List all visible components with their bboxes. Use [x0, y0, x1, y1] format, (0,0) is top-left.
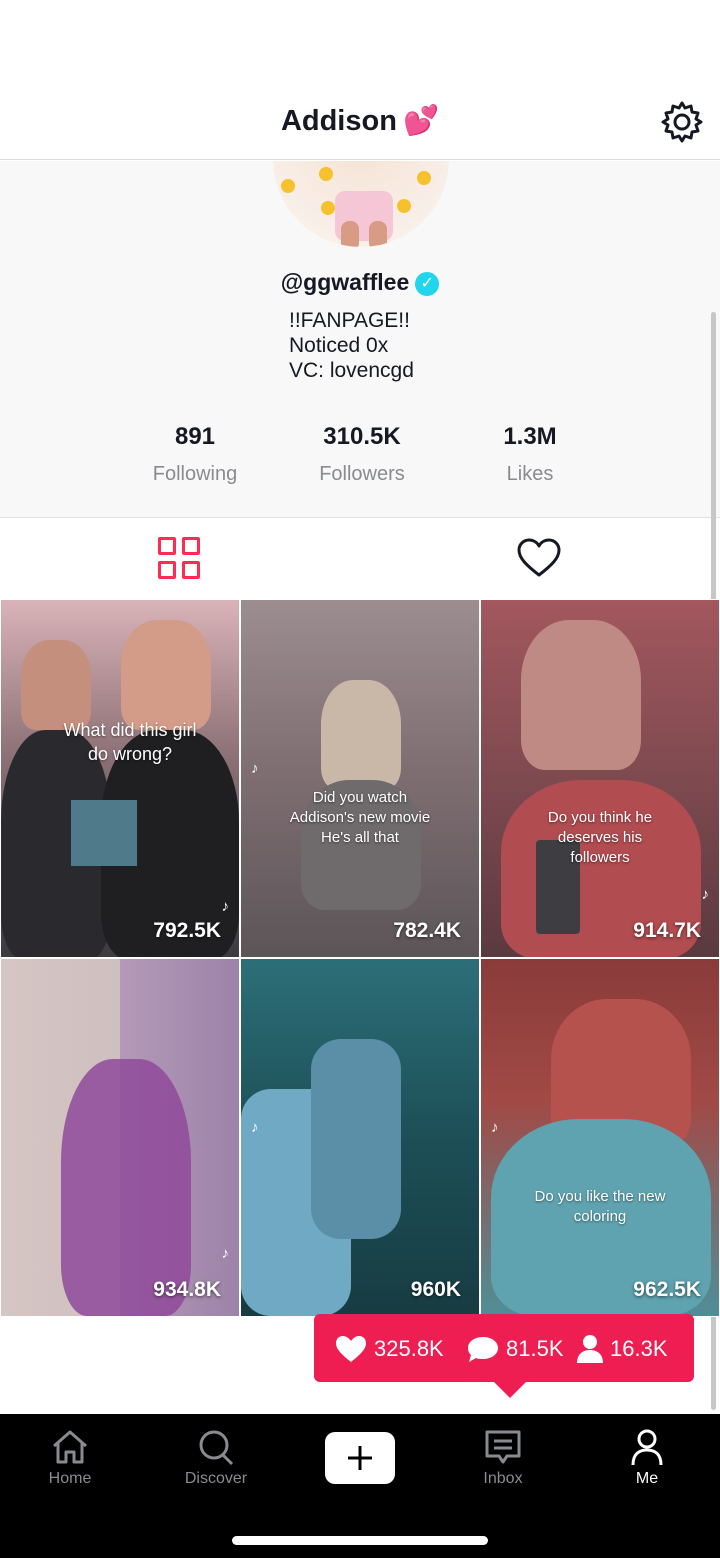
stat-label: Followers — [319, 463, 405, 485]
stat-value: 310.5K — [323, 423, 401, 450]
notif-followers-count: 16.3K — [610, 1336, 668, 1361]
nav-discover[interactable]: Discover — [166, 1428, 266, 1488]
person-icon — [577, 1335, 603, 1363]
stat-followers[interactable]: 310.5K Followers — [282, 423, 442, 486]
notif-likes-count: 325.8K — [374, 1336, 444, 1361]
comment-icon — [468, 1337, 498, 1362]
username-row: @ggwafflee ✓ — [0, 269, 720, 296]
stat-likes[interactable]: 1.3M Likes — [450, 423, 610, 486]
nav-me[interactable]: Me — [597, 1428, 697, 1488]
video-thumbnail[interactable]: What did this girl do wrong? ♪ 792.5K — [1, 600, 239, 957]
profile-section: @ggwafflee ✓ !!FANPAGE!! Noticed 0x VC: l… — [0, 161, 720, 518]
inbox-icon — [485, 1430, 521, 1464]
stat-label: Following — [152, 463, 238, 485]
page-title-text: Addison — [280, 105, 397, 137]
view-count: 914.7K — [633, 919, 701, 942]
video-caption: Did you watch Addison's new movie He's a… — [289, 789, 431, 846]
video-caption: Do you like the new coloring — [534, 1188, 666, 1225]
profile-tabs — [0, 519, 720, 599]
bio-line: VC: lovencgd — [289, 359, 414, 382]
bio-line: !!FANPAGE!! — [289, 309, 410, 332]
verified-badge-icon: ✓ — [415, 272, 440, 296]
nav-label: Me — [635, 1470, 659, 1487]
page-title: Addison 💕 — [0, 104, 720, 138]
profile-header: Addison 💕 — [0, 84, 720, 160]
video-thumbnail[interactable]: ♪ Did you watch Addison's new movie He's… — [241, 600, 479, 957]
nav-inbox[interactable]: Inbox — [453, 1428, 553, 1488]
video-caption: What did this girl do wrong? — [63, 720, 197, 764]
view-count: 962.5K — [633, 1278, 701, 1301]
username: @ggwafflee — [280, 269, 410, 295]
activity-notification[interactable]: 325.8K 81.5K 16.3K — [314, 1314, 694, 1398]
view-count: 792.5K — [153, 919, 221, 942]
home-indicator — [232, 1536, 488, 1545]
gear-icon[interactable] — [660, 100, 704, 144]
view-count: 934.8K — [153, 1278, 221, 1301]
nav-home[interactable]: Home — [20, 1428, 120, 1488]
create-button[interactable] — [325, 1432, 395, 1484]
notif-likes: 325.8K — [334, 1334, 444, 1364]
video-thumbnail[interactable]: ♪ 960K — [241, 959, 479, 1316]
heart-outline-icon[interactable] — [516, 537, 562, 579]
bio: !!FANPAGE!! Noticed 0x VC: lovencgd — [289, 308, 414, 383]
bio-line: Noticed 0x — [289, 334, 389, 357]
video-caption: Do you think he deserves his followers — [547, 809, 653, 866]
stat-following[interactable]: 891 Following — [115, 423, 275, 486]
heart-icon — [336, 1336, 366, 1362]
stat-value: 891 — [174, 423, 216, 450]
nav-label: Inbox — [483, 1470, 523, 1487]
notif-comments-count: 81.5K — [506, 1336, 564, 1361]
plus-icon — [348, 1446, 372, 1470]
search-icon — [199, 1430, 234, 1466]
grid-icon[interactable] — [158, 537, 202, 581]
nav-label: Home — [48, 1470, 92, 1487]
home-icon — [53, 1430, 87, 1464]
stat-value: 1.3M — [503, 423, 557, 450]
hearts-emoji: 💕 — [402, 105, 440, 137]
notif-comments: 81.5K — [466, 1334, 564, 1364]
notif-followers: 16.3K — [576, 1334, 668, 1364]
video-grid: What did this girl do wrong? ♪ 792.5K ♪ … — [0, 599, 720, 1317]
video-thumbnail[interactable]: ♪ Do you like the new coloring 962.5K — [481, 959, 719, 1316]
video-thumbnail[interactable]: Do you think he deserves his followers ♪… — [481, 600, 719, 957]
stat-label: Likes — [506, 463, 554, 485]
view-count: 960K — [410, 1278, 461, 1301]
avatar[interactable] — [273, 161, 449, 247]
person-icon — [631, 1429, 663, 1466]
nav-label: Discover — [184, 1470, 248, 1487]
video-thumbnail[interactable]: ♪ 934.8K — [1, 959, 239, 1316]
view-count: 782.4K — [393, 919, 461, 942]
